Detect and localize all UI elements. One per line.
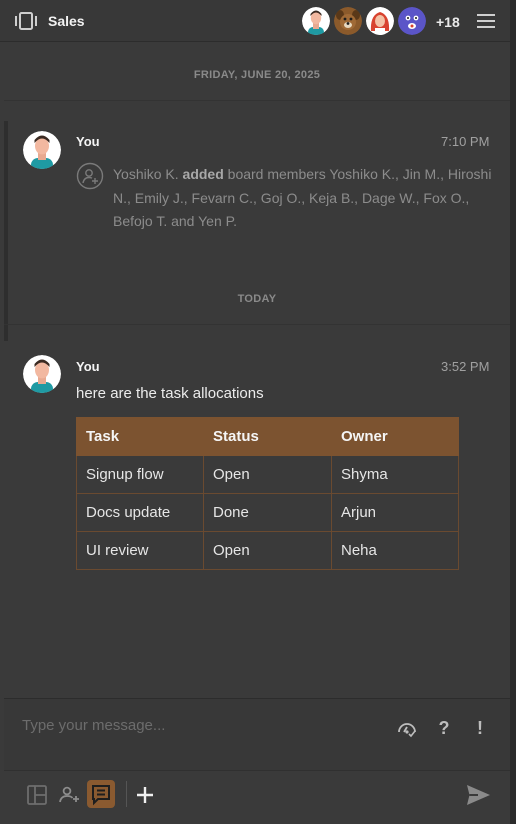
- table-cell: Neha: [331, 531, 459, 570]
- date-separator: FRIDAY, JUNE 20, 2025: [4, 49, 510, 101]
- table-header-row: Task Status Owner: [76, 417, 459, 456]
- message-composer: ? !: [4, 698, 510, 770]
- plus-icon[interactable]: [133, 783, 157, 807]
- chat-icon: [92, 785, 110, 806]
- chat-window: Sales +18 FRIDAY, JUNE 20, 2025 You 7:10…: [0, 0, 516, 824]
- table-row: Signup flow Open Shyma: [76, 455, 459, 494]
- composer-toolbar: [4, 770, 510, 820]
- right-edge: [510, 0, 516, 824]
- member-avatar[interactable]: [398, 7, 426, 35]
- question-icon[interactable]: ?: [433, 717, 455, 739]
- date-separator: TODAY: [4, 273, 510, 325]
- member-avatar[interactable]: [366, 7, 394, 35]
- message-input[interactable]: [22, 713, 382, 737]
- message-mode-button[interactable]: [87, 780, 115, 808]
- message-timestamp: 7:10 PM: [441, 134, 490, 149]
- table-cell: Docs update: [76, 493, 204, 532]
- layout-icon[interactable]: [25, 783, 49, 807]
- table-cell: Shyma: [331, 455, 459, 494]
- read-receipt-icon[interactable]: [396, 717, 418, 739]
- toolbar-divider: [126, 781, 127, 807]
- column-header-owner: Owner: [331, 417, 459, 456]
- table-row: Docs update Done Arjun: [76, 493, 459, 532]
- table-cell: Open: [203, 455, 332, 494]
- avatar[interactable]: [23, 355, 61, 393]
- system-action: added: [182, 166, 224, 182]
- hamburger-menu-icon[interactable]: [476, 12, 496, 30]
- member-avatars[interactable]: [302, 7, 426, 35]
- table-cell: Arjun: [331, 493, 459, 532]
- system-actor: Yoshiko K.: [113, 166, 179, 182]
- add-person-icon[interactable]: [57, 783, 81, 807]
- system-message: Yoshiko K. added board members Yoshiko K…: [113, 163, 493, 234]
- table-cell: Signup flow: [76, 455, 204, 494]
- table-cell: Open: [203, 531, 332, 570]
- column-header-status: Status: [203, 417, 332, 456]
- task-table: Task Status Owner Signup flow Open Shyma…: [76, 417, 459, 570]
- message-list[interactable]: FRIDAY, JUNE 20, 2025 You 7:10 PM Yoshik…: [4, 43, 510, 698]
- message-text: here are the task allocations: [76, 385, 264, 402]
- member-avatar[interactable]: [302, 7, 330, 35]
- member-avatar[interactable]: [334, 7, 362, 35]
- message-author: You: [76, 134, 100, 149]
- board-title: Sales: [48, 13, 85, 29]
- urgent-icon[interactable]: !: [469, 717, 491, 739]
- header-bar: Sales +18: [0, 0, 516, 42]
- column-header-task: Task: [76, 417, 204, 456]
- board-icon[interactable]: [14, 11, 38, 31]
- avatar[interactable]: [23, 131, 61, 169]
- send-icon[interactable]: [464, 781, 492, 809]
- more-members-count[interactable]: +18: [436, 14, 460, 30]
- message-timestamp: 3:52 PM: [441, 359, 490, 374]
- message-author: You: [76, 359, 100, 374]
- table-row: UI review Open Neha: [76, 531, 459, 570]
- table-cell: UI review: [76, 531, 204, 570]
- table-cell: Done: [203, 493, 332, 532]
- add-member-icon: [76, 162, 104, 190]
